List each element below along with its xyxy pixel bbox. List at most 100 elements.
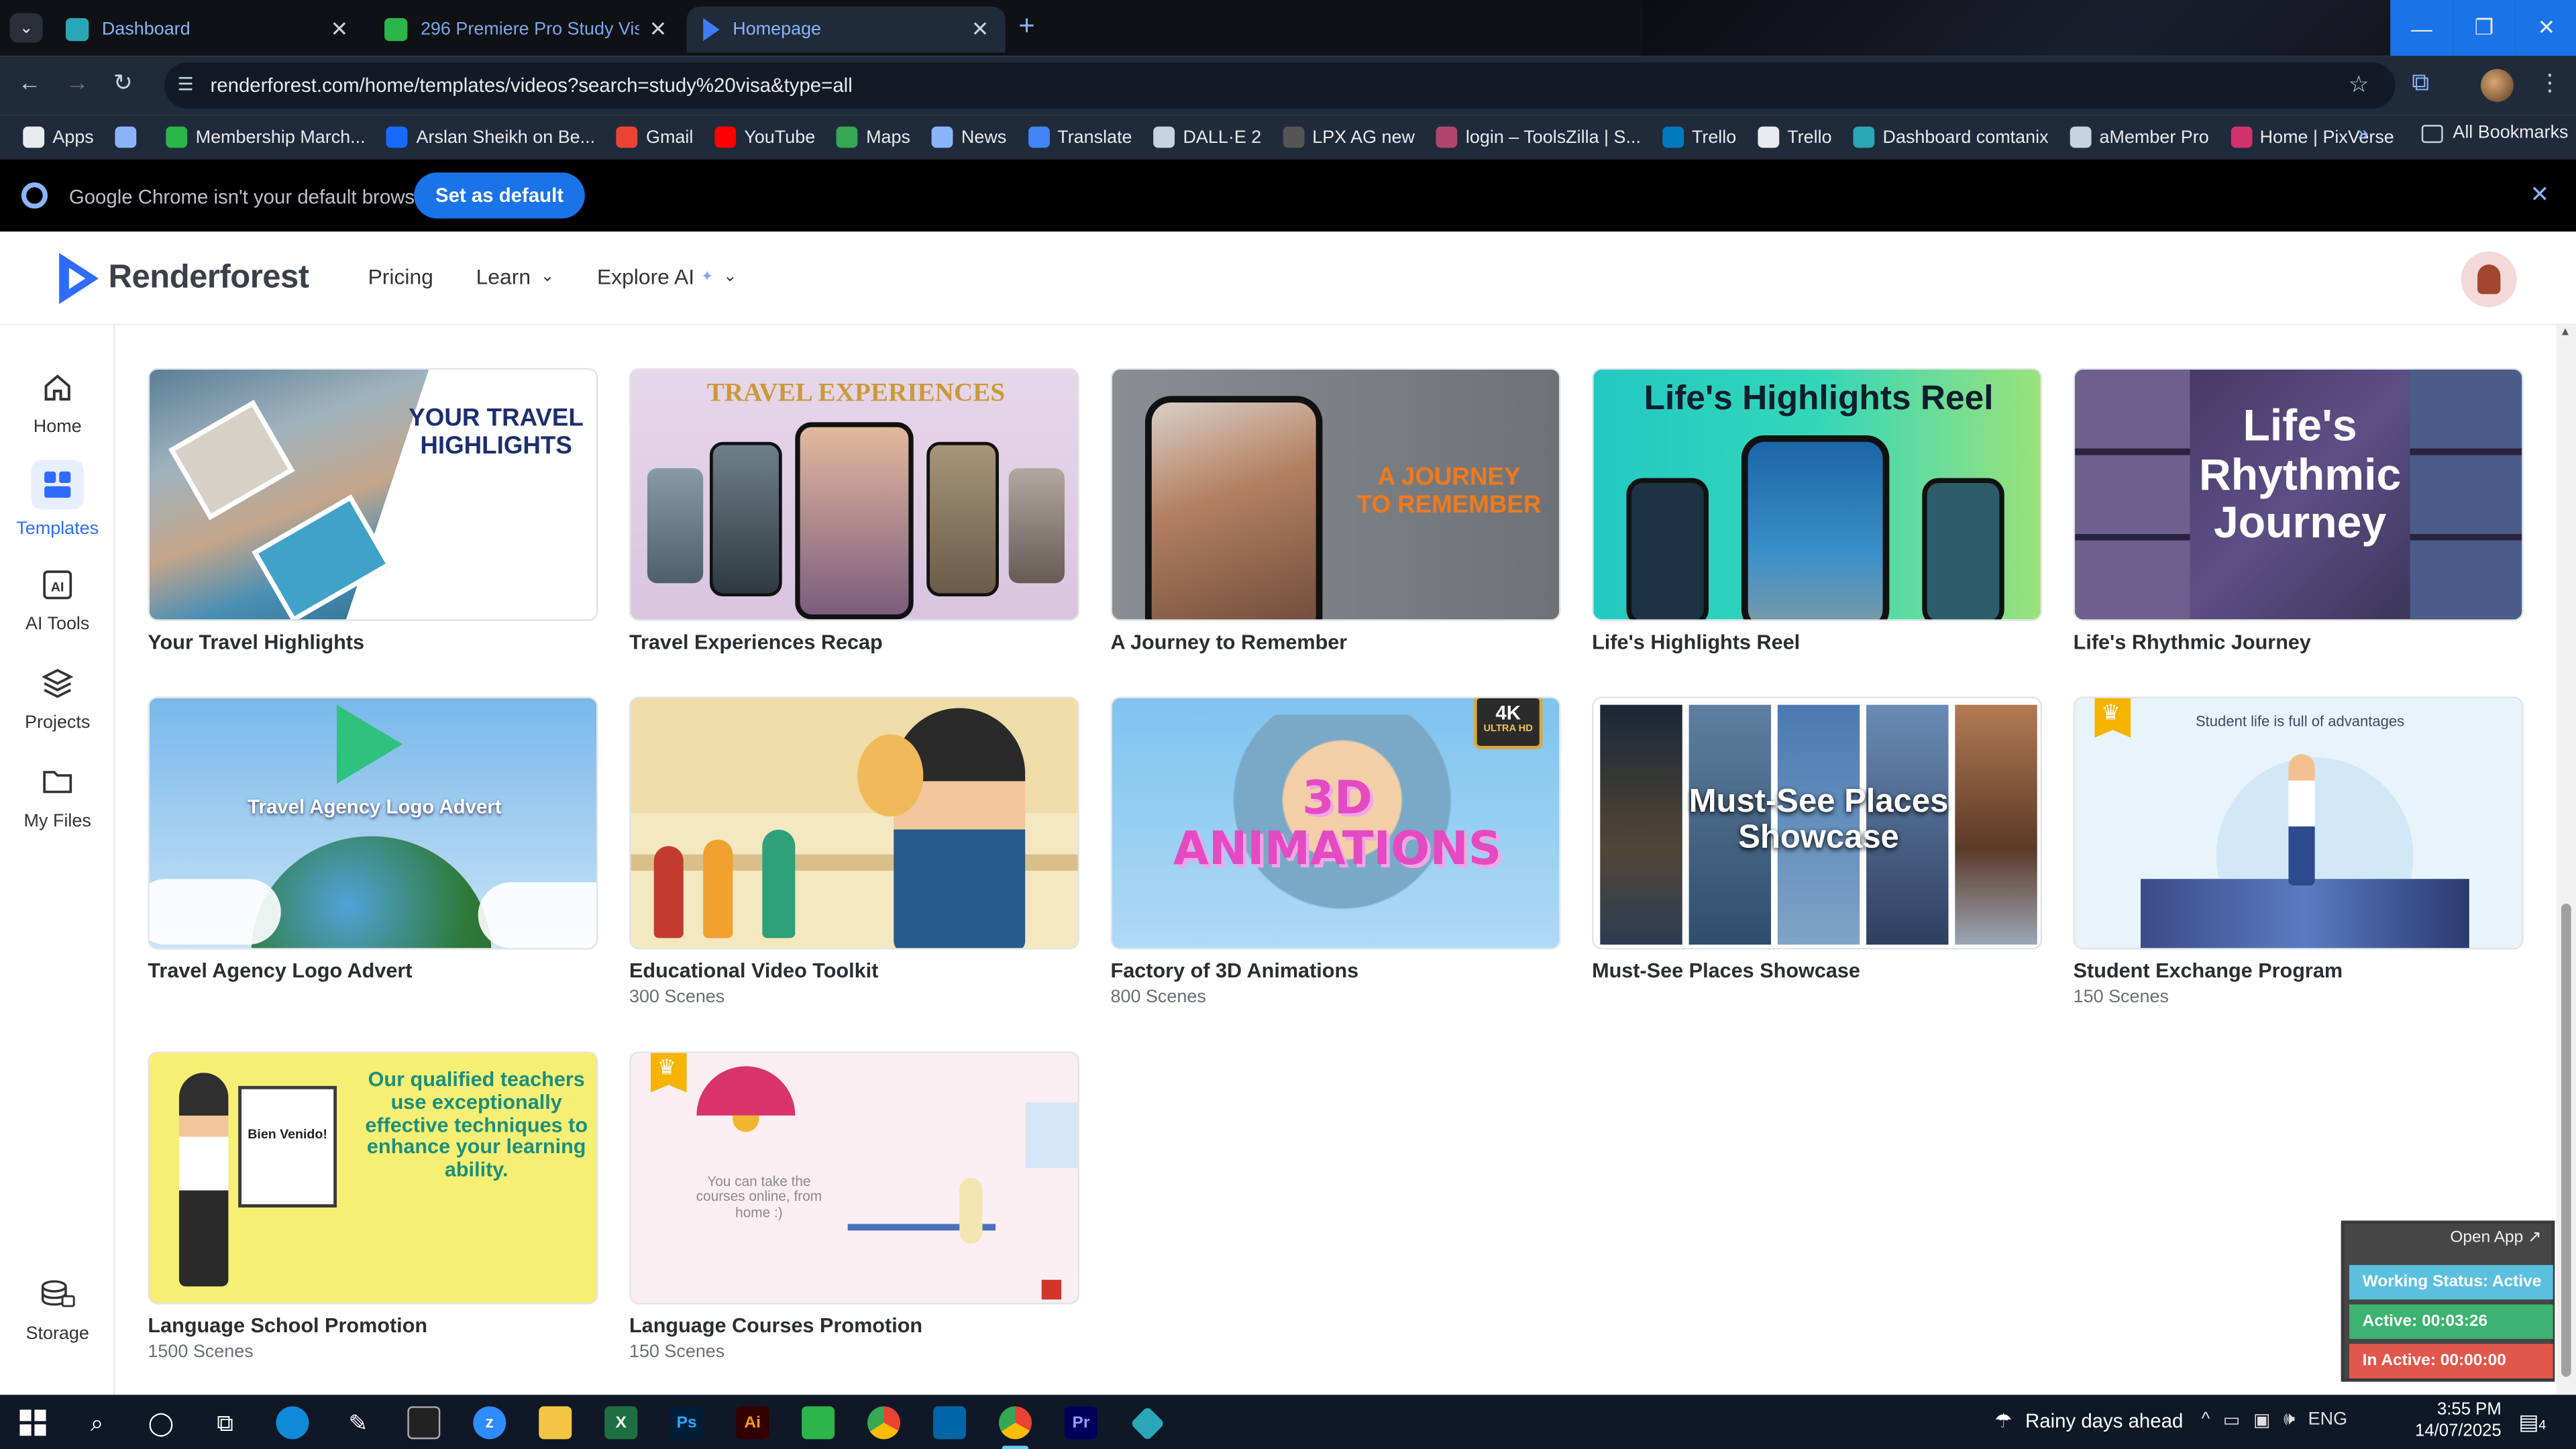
close-tab-icon[interactable]: ✕ (330, 16, 348, 42)
template-card[interactable]: Travel Agency Logo Advert Travel Agency … (148, 696, 598, 983)
user-avatar[interactable] (2461, 251, 2517, 307)
sheets-icon[interactable] (800, 1405, 837, 1441)
bookmark-item[interactable]: Translate (1028, 126, 1132, 148)
tab-search-icon[interactable]: ⌄ (9, 13, 43, 43)
chevron-up-icon[interactable]: ^ (2202, 1409, 2210, 1431)
bookmark-item[interactable]: Dashboard comtanix (1853, 126, 2049, 148)
site-info-icon[interactable]: ☰ (177, 74, 193, 95)
template-card[interactable]: 3D ANIMATIONS 4K ULTRA HD Factory of 3D … (1110, 696, 1561, 1007)
template-thumbnail[interactable]: Life's Rhythmic Journey (2073, 368, 2524, 621)
speaker-icon[interactable]: 🕪 (2284, 1409, 2295, 1431)
scroll-up-icon[interactable]: ▲ (2560, 327, 2571, 338)
new-tab-icon[interactable]: + (1018, 10, 1034, 43)
sidebar-item-storage[interactable]: Storage (0, 1275, 115, 1344)
open-app-link[interactable]: Open App ↗ (2450, 1229, 2541, 1247)
template-thumbnail[interactable]: Bien Venido! Our qualified teachers use … (148, 1051, 598, 1305)
file-explorer-icon[interactable] (537, 1405, 574, 1441)
template-title[interactable]: Your Travel Highlights (148, 631, 598, 653)
excel-icon[interactable]: X (603, 1405, 639, 1441)
bookmark-item[interactable]: Apps (23, 126, 94, 148)
template-title[interactable]: Life's Rhythmic Journey (2074, 631, 2524, 653)
template-card[interactable]: YOUR TRAVEL HIGHLIGHTS Your Travel Highl… (148, 368, 598, 654)
weather-widget[interactable]: ☂ Rainy days ahead (1994, 1409, 2183, 1432)
template-card[interactable]: Bien Venido! Our qualified teachers use … (148, 1051, 598, 1362)
template-title[interactable]: Educational Video Toolkit (629, 959, 1079, 982)
nav-explore-ai[interactable]: Explore AI ✦ ⌄ (597, 264, 737, 289)
tab-homepage[interactable]: Homepage ✕ (686, 6, 1006, 53)
cortana-icon[interactable]: ◯ (143, 1405, 179, 1441)
bookmark-item[interactable]: Arslan Sheikh on Be... (386, 126, 595, 148)
close-tab-icon[interactable]: ✕ (649, 16, 667, 42)
sidebar-item-my-files[interactable]: My Files (0, 762, 115, 831)
template-card[interactable]: Educational Video Toolkit 300 Scenes (629, 696, 1079, 1007)
template-title[interactable]: Travel Agency Logo Advert (148, 959, 598, 982)
address-bar[interactable]: ☰ renderforest.com/home/templates/videos… (164, 62, 2396, 109)
sidebar-item-projects[interactable]: Projects (0, 663, 115, 733)
terminal-icon[interactable] (406, 1405, 442, 1441)
template-card[interactable]: Must-See Places Showcase Must-See Places… (1592, 696, 2043, 983)
bookmark-item[interactable]: Gmail (616, 126, 693, 148)
set-as-default-button[interactable]: Set as default (414, 172, 585, 219)
template-card[interactable]: You can take the courses online, from ho… (629, 1051, 1079, 1362)
bookmark-item[interactable]: login – ToolsZilla | S... (1436, 126, 1641, 148)
vscode-icon[interactable] (932, 1405, 968, 1441)
scrollbar-thumb[interactable] (2561, 903, 2571, 1377)
bookmark-item[interactable]: News (931, 126, 1006, 148)
template-thumbnail[interactable] (629, 696, 1079, 950)
bookmark-item[interactable]: Trello (1662, 126, 1736, 148)
edge-icon[interactable] (274, 1405, 311, 1441)
template-card[interactable]: Life's Rhythmic Journey Life's Rhythmic … (2073, 368, 2524, 654)
minimize-icon[interactable]: — (2390, 0, 2453, 56)
premiere-icon[interactable]: Pr (1063, 1405, 1099, 1441)
sidebar-item-ai-tools[interactable]: AI AI Tools (0, 565, 115, 634)
template-thumbnail[interactable]: Travel Agency Logo Advert (148, 696, 598, 950)
page-scrollbar[interactable]: ▲ (2556, 325, 2576, 1395)
template-title[interactable]: Life's Highlights Reel (1592, 631, 2042, 653)
template-card[interactable]: Life's Highlights Reel Life's Highlights… (1592, 368, 2043, 654)
bookmark-item[interactable]: LPX AG new (1283, 126, 1415, 148)
bookmark-item[interactable]: Membership March... (166, 126, 366, 148)
template-title[interactable]: Must-See Places Showcase (1592, 959, 2042, 982)
forward-icon[interactable]: → (66, 69, 89, 95)
chrome-icon[interactable] (866, 1405, 902, 1441)
menu-icon[interactable]: ⋮ (2538, 69, 2561, 97)
back-icon[interactable]: ← (18, 69, 41, 95)
bookmark-item[interactable]: Home | PixVerse (2230, 126, 2394, 148)
language-indicator[interactable]: ENG (2308, 1409, 2347, 1431)
template-thumbnail[interactable]: A JOURNEY TO REMEMBER (1110, 368, 1561, 621)
close-tab-icon[interactable]: ✕ (971, 16, 989, 42)
close-window-icon[interactable]: ✕ (2515, 0, 2576, 56)
sidebar-item-templates[interactable]: Templates (0, 460, 115, 539)
template-thumbnail[interactable]: TRAVEL EXPERIENCES (629, 368, 1079, 621)
restore-icon[interactable]: ❐ (2453, 0, 2516, 56)
task-view-icon[interactable]: ⧉ (207, 1405, 244, 1441)
zoom-icon[interactable]: z (472, 1405, 508, 1441)
tab-dashboard[interactable]: Dashboard ✕ (49, 7, 364, 53)
close-infobar-icon[interactable]: ✕ (2530, 180, 2549, 209)
template-thumbnail[interactable]: YOUR TRAVEL HIGHLIGHTS (148, 368, 598, 621)
bookmark-item[interactable]: Maps (837, 126, 910, 148)
bookmark-item[interactable]: Trello (1758, 126, 1832, 148)
windows-start-icon[interactable] (15, 1405, 51, 1441)
template-title[interactable]: Travel Experiences Recap (629, 631, 1079, 653)
template-card[interactable]: TRAVEL EXPERIENCES Travel Experiences Re… (629, 368, 1079, 654)
photoshop-icon[interactable]: Ps (669, 1405, 705, 1441)
template-thumbnail[interactable]: Student life is full of advantages (2073, 696, 2524, 950)
profile-avatar[interactable] (2480, 68, 2514, 102)
bookmark-item[interactable]: DALL·E 2 (1153, 126, 1261, 148)
network-icon[interactable]: ▣ (2253, 1409, 2270, 1431)
renderforest-logo[interactable]: Renderforest (56, 252, 309, 306)
reload-icon[interactable]: ↻ (113, 69, 133, 97)
meet-icon[interactable]: ▭ (2223, 1409, 2240, 1431)
template-card[interactable]: A JOURNEY TO REMEMBER A Journey to Remem… (1110, 368, 1561, 654)
notifications-icon[interactable]: ▤4 (2518, 1409, 2546, 1436)
template-title[interactable]: Language Courses Promotion (629, 1314, 1079, 1337)
search-icon[interactable]: ⌕ (79, 1405, 115, 1441)
template-thumbnail[interactable]: 3D ANIMATIONS 4K ULTRA HD (1110, 696, 1561, 950)
bookmark-item[interactable]: YouTube (714, 126, 815, 148)
all-bookmarks-button[interactable]: All Bookmarks (2421, 123, 2569, 143)
extensions-icon[interactable]: ⧉ (2412, 69, 2445, 102)
illustrator-icon[interactable]: Ai (735, 1405, 771, 1441)
template-title[interactable]: Factory of 3D Animations (1111, 959, 1561, 982)
template-title[interactable]: Student Exchange Program (2074, 959, 2524, 982)
